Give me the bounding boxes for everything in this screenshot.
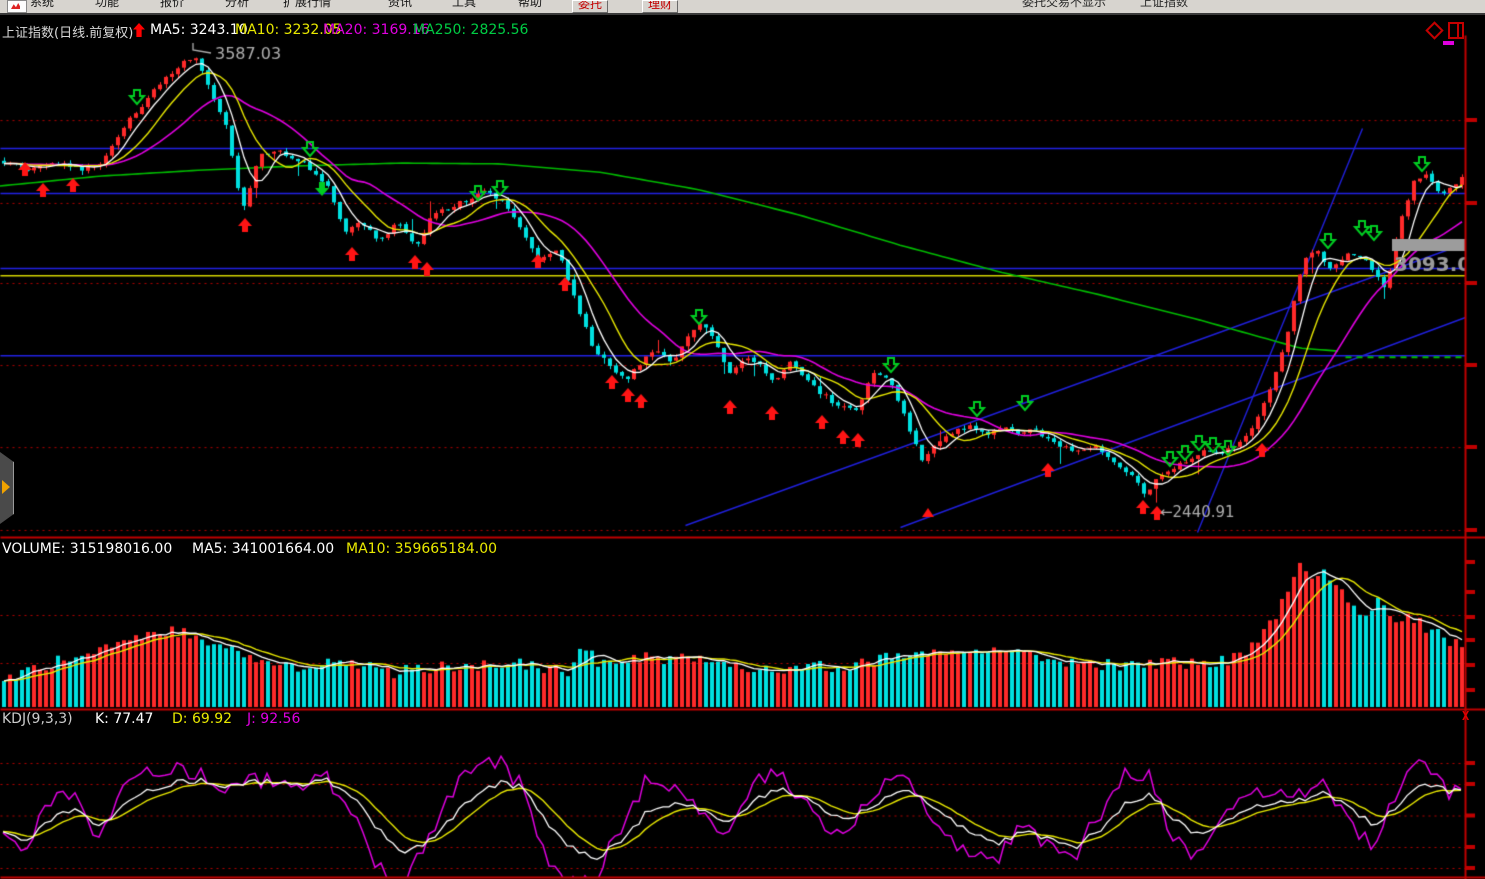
chart-canvas[interactable] xyxy=(0,0,1485,879)
ma5-label: MA5: 3243.10 xyxy=(150,22,248,38)
kdj-d-label: D: 69.92 xyxy=(172,711,232,727)
app-icon xyxy=(7,0,27,13)
menu-bar: 系统 功能 报价 分析 扩展行情 资讯 工具 帮助 委托 理财 委托交易不显示 … xyxy=(0,0,1485,15)
kdj-label: KDJ(9,3,3) xyxy=(2,711,73,727)
menu-button-wealth[interactable]: 理财 xyxy=(642,0,678,13)
sidebar-expand-handle[interactable] xyxy=(0,452,14,524)
kdj-j-label: J: 92.56 xyxy=(247,711,300,727)
app-icon-glyph xyxy=(11,3,20,9)
menu-button-trade[interactable]: 委托 xyxy=(572,0,608,13)
chart-title: 上证指数(日线.前复权) xyxy=(2,22,133,41)
up-arrow-icon xyxy=(133,23,145,37)
close-pane-button[interactable]: X xyxy=(1462,709,1469,723)
magenta-dash-icon xyxy=(1443,41,1454,45)
trading-app-window: 系统 功能 报价 分析 扩展行情 资讯 工具 帮助 委托 理财 委托交易不显示 … xyxy=(0,0,1485,879)
ma250-label: MA250: 2825.56 xyxy=(413,22,528,38)
kdj-k-label: K: 77.47 xyxy=(95,711,153,727)
volume-label: VOLUME: 315198016.00 xyxy=(2,541,172,557)
menu-item-function[interactable]: 功能 xyxy=(95,0,119,10)
menu-item-extended-quotes[interactable]: 扩展行情 xyxy=(283,0,331,10)
volume-ma5-label: MA5: 341001664.00 xyxy=(192,541,334,557)
status-trade-hidden: 委托交易不显示 xyxy=(1022,0,1106,10)
volume-ma10-label: MA10: 359665184.00 xyxy=(346,541,497,557)
split-window-icon[interactable] xyxy=(1448,22,1464,39)
menu-item-news[interactable]: 资讯 xyxy=(388,0,412,10)
menu-item-analysis[interactable]: 分析 xyxy=(225,0,249,10)
status-index-name: 上证指数 xyxy=(1140,0,1188,10)
split-window-divider xyxy=(1457,24,1459,37)
main-chart-header: 上证指数(日线.前复权) MA5: 3243.10 MA10: 3232.05 … xyxy=(0,22,1485,40)
expand-arrow-icon xyxy=(2,480,10,494)
menu-item-tools[interactable]: 工具 xyxy=(452,0,476,10)
menu-item-quotes[interactable]: 报价 xyxy=(160,0,184,10)
menu-item-help[interactable]: 帮助 xyxy=(518,0,542,10)
menu-item-system[interactable]: 系统 xyxy=(30,0,54,10)
